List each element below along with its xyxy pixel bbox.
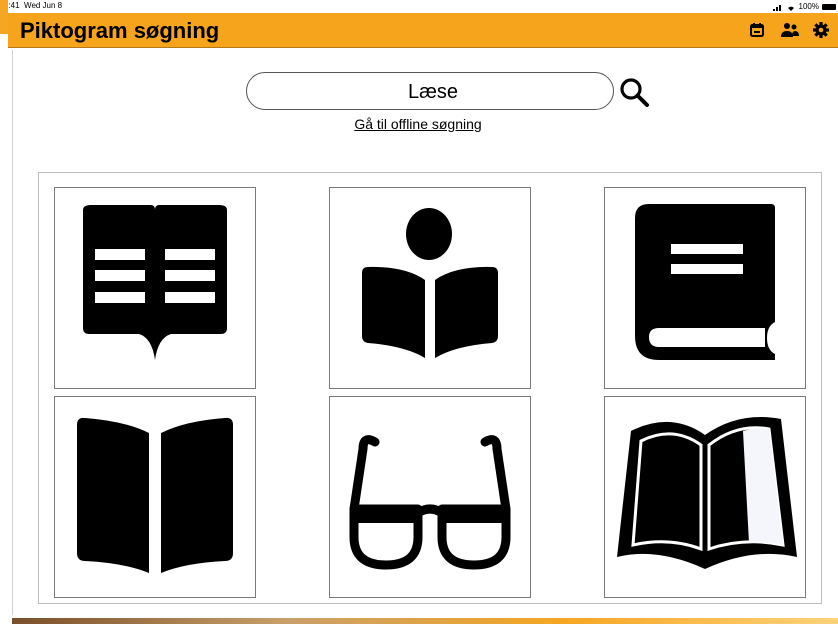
battery-icon [822, 4, 836, 10]
open-book-icon [77, 417, 233, 573]
person-reading-icon [362, 208, 498, 358]
offline-search-link[interactable]: Gå til offline søgning [300, 116, 536, 132]
window-edge-accent [0, 0, 8, 34]
glasses-icon [349, 435, 511, 570]
wifi-icon [787, 6, 794, 11]
book-speech-icon [83, 205, 227, 360]
open-book-outline-icon [617, 417, 797, 569]
result-tile[interactable] [329, 396, 531, 598]
result-tile[interactable] [604, 187, 806, 389]
search-icon[interactable] [618, 76, 652, 110]
people-icon[interactable] [780, 21, 799, 39]
result-tile[interactable] [54, 396, 256, 598]
battery-label: 100% [798, 2, 819, 11]
result-tile[interactable] [329, 187, 531, 389]
calendar-icon[interactable] [748, 21, 766, 39]
app-bar: Piktogram søgning [8, 13, 838, 48]
status-bar: 9:41 Wed Jun 8 100% [0, 0, 838, 13]
search-field[interactable] [246, 72, 614, 110]
status-date: Wed Jun 8 [24, 1, 63, 10]
bottom-edge [12, 618, 838, 624]
page-title: Piktogram søgning [20, 18, 220, 43]
result-tile[interactable] [54, 187, 256, 389]
app-bar-actions [748, 21, 830, 39]
result-tile[interactable] [604, 396, 806, 598]
search-input[interactable] [263, 79, 603, 105]
closed-book-icon [635, 204, 775, 360]
window-edge-line [12, 50, 13, 615]
signal-icon [772, 4, 781, 11]
gear-icon[interactable] [812, 21, 830, 39]
